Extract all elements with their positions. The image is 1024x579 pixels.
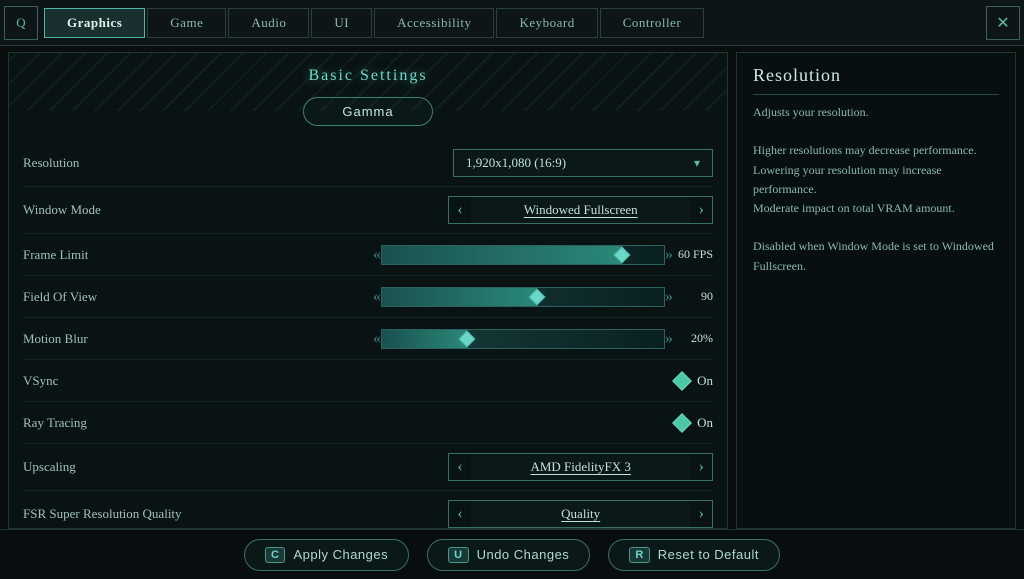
undo-key-icon: U bbox=[448, 547, 468, 563]
setting-row-frame-limit: Frame Limit 60 FPS bbox=[23, 234, 713, 276]
setting-label-motion-blur: Motion Blur bbox=[23, 331, 223, 347]
setting-label-fsr: FSR Super Resolution Quality bbox=[23, 506, 223, 522]
undo-label: Undo Changes bbox=[477, 547, 570, 562]
slider-left-arrow-icon[interactable] bbox=[373, 246, 381, 264]
setting-row-upscaling: Upscaling ‹ AMD FidelityFX 3 › bbox=[23, 444, 713, 491]
window-mode-next[interactable]: › bbox=[691, 196, 713, 224]
setting-row-fsr: FSR Super Resolution Quality ‹ Quality › bbox=[23, 491, 713, 529]
motion-blur-value: 20% bbox=[673, 331, 713, 346]
fov-slider-fill bbox=[382, 288, 537, 306]
upscaling-next[interactable]: › bbox=[691, 453, 713, 481]
vsync-toggle-value: On bbox=[697, 373, 713, 389]
settings-list: Resolution 1,920x1,080 (16:9) ▾ Window M… bbox=[9, 140, 727, 529]
setting-row-fov: Field Of View 90 bbox=[23, 276, 713, 318]
motion-blur-slider-wrap bbox=[373, 329, 673, 349]
setting-label-resolution: Resolution bbox=[23, 155, 223, 171]
setting-control-motion-blur: 20% bbox=[223, 329, 713, 349]
info-panel-description: Adjusts your resolution. Higher resoluti… bbox=[753, 103, 999, 276]
frame-limit-slider-wrap bbox=[373, 245, 673, 265]
motion-blur-slider[interactable] bbox=[381, 329, 665, 349]
tab-controller[interactable]: Controller bbox=[600, 8, 704, 38]
setting-row-motion-blur: Motion Blur 20% bbox=[23, 318, 713, 360]
main-content: Basic Settings Gamma Resolution 1,920x1,… bbox=[0, 46, 1024, 529]
setting-label-ray-tracing: Ray Tracing bbox=[23, 415, 223, 431]
fsr-cycler: ‹ Quality › bbox=[448, 500, 713, 528]
fsr-next[interactable]: › bbox=[691, 500, 713, 528]
setting-label-vsync: VSync bbox=[23, 373, 223, 389]
fov-slider-wrap bbox=[373, 287, 673, 307]
frame-limit-slider[interactable] bbox=[381, 245, 665, 265]
reset-to-default-button[interactable]: R Reset to Default bbox=[608, 539, 780, 571]
vsync-toggle[interactable]: On bbox=[675, 373, 713, 389]
setting-control-window-mode: ‹ Windowed Fullscreen › bbox=[223, 196, 713, 224]
tab-ui[interactable]: UI bbox=[311, 8, 372, 38]
setting-row-vsync: VSync On bbox=[23, 360, 713, 402]
ray-tracing-toggle-value: On bbox=[697, 415, 713, 431]
setting-label-fov: Field Of View bbox=[23, 289, 223, 305]
tab-keyboard[interactable]: Keyboard bbox=[496, 8, 597, 38]
motion-blur-left-icon[interactable] bbox=[373, 330, 381, 348]
setting-row-resolution: Resolution 1,920x1,080 (16:9) ▾ bbox=[23, 140, 713, 187]
setting-row-window-mode: Window Mode ‹ Windowed Fullscreen › bbox=[23, 187, 713, 234]
setting-label-upscaling: Upscaling bbox=[23, 459, 223, 475]
nav-tabs: Graphics Game Audio UI Accessibility Key… bbox=[38, 8, 986, 38]
resolution-dropdown[interactable]: 1,920x1,080 (16:9) ▾ bbox=[453, 149, 713, 177]
ray-tracing-toggle[interactable]: On bbox=[675, 415, 713, 431]
setting-control-vsync: On bbox=[223, 373, 713, 389]
window-mode-prev[interactable]: ‹ bbox=[448, 196, 470, 224]
tab-accessibility[interactable]: Accessibility bbox=[374, 8, 494, 38]
window-mode-value: Windowed Fullscreen bbox=[471, 196, 691, 224]
setting-control-upscaling: ‹ AMD FidelityFX 3 › bbox=[223, 453, 713, 481]
reset-key-icon: R bbox=[629, 547, 649, 563]
settings-panel: Basic Settings Gamma Resolution 1,920x1,… bbox=[8, 52, 728, 529]
setting-control-fsr: ‹ Quality › bbox=[223, 500, 713, 528]
slider-fill bbox=[382, 246, 622, 264]
upscaling-cycler: ‹ AMD FidelityFX 3 › bbox=[448, 453, 713, 481]
close-icon[interactable]: ✕ bbox=[986, 6, 1020, 40]
fsr-prev[interactable]: ‹ bbox=[448, 500, 470, 528]
fov-slider[interactable] bbox=[381, 287, 665, 307]
dropdown-arrow-icon: ▾ bbox=[694, 156, 700, 171]
setting-control-fov: 90 bbox=[223, 287, 713, 307]
ray-tracing-toggle-icon bbox=[672, 413, 692, 433]
top-nav: Q Graphics Game Audio UI Accessibility K… bbox=[0, 0, 1024, 46]
fsr-value: Quality bbox=[471, 500, 691, 528]
frame-limit-value: 60 FPS bbox=[673, 247, 713, 262]
setting-label-window-mode: Window Mode bbox=[23, 202, 223, 218]
q-icon[interactable]: Q bbox=[4, 6, 38, 40]
setting-control-frame-limit: 60 FPS bbox=[223, 245, 713, 265]
fov-slider-left-icon[interactable] bbox=[373, 288, 381, 306]
vsync-toggle-icon bbox=[672, 371, 692, 391]
tab-game[interactable]: Game bbox=[147, 8, 226, 38]
upscaling-prev[interactable]: ‹ bbox=[448, 453, 470, 481]
resolution-value: 1,920x1,080 (16:9) bbox=[466, 155, 566, 171]
apply-key-icon: C bbox=[265, 547, 285, 563]
motion-blur-fill bbox=[382, 330, 467, 348]
setting-label-frame-limit: Frame Limit bbox=[23, 247, 223, 263]
setting-row-ray-tracing: Ray Tracing On bbox=[23, 402, 713, 444]
upscaling-value: AMD FidelityFX 3 bbox=[471, 453, 691, 481]
setting-control-resolution: 1,920x1,080 (16:9) ▾ bbox=[223, 149, 713, 177]
panel-title: Basic Settings bbox=[9, 53, 727, 97]
undo-changes-button[interactable]: U Undo Changes bbox=[427, 539, 590, 571]
window-mode-cycler: ‹ Windowed Fullscreen › bbox=[448, 196, 713, 224]
reset-label: Reset to Default bbox=[658, 547, 759, 562]
fov-slider-right-icon[interactable] bbox=[665, 288, 673, 306]
bottom-bar: C Apply Changes U Undo Changes R Reset t… bbox=[0, 529, 1024, 579]
tab-audio[interactable]: Audio bbox=[228, 8, 309, 38]
info-panel: Resolution Adjusts your resolution. High… bbox=[736, 52, 1016, 529]
info-panel-title: Resolution bbox=[753, 65, 999, 95]
fov-value: 90 bbox=[673, 289, 713, 304]
tab-graphics[interactable]: Graphics bbox=[44, 8, 145, 38]
slider-right-arrow-icon[interactable] bbox=[665, 246, 673, 264]
setting-control-ray-tracing: On bbox=[223, 415, 713, 431]
apply-label: Apply Changes bbox=[293, 547, 388, 562]
apply-changes-button[interactable]: C Apply Changes bbox=[244, 539, 409, 571]
motion-blur-right-icon[interactable] bbox=[665, 330, 673, 348]
